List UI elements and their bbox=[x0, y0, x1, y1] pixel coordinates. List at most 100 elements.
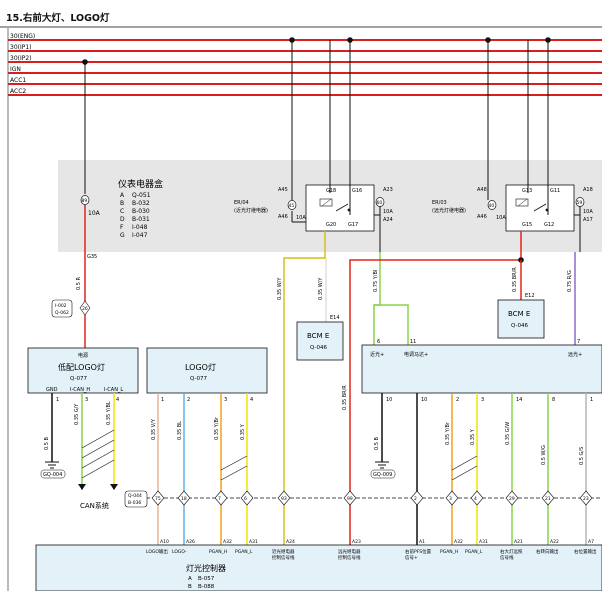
rail-label: ACC1 bbox=[10, 77, 26, 84]
rail-label: ACC2 bbox=[10, 88, 26, 95]
relay-pin: G16 bbox=[352, 188, 362, 194]
wire-label: 0.5 B bbox=[374, 436, 380, 450]
pin-label: A18 bbox=[583, 187, 593, 193]
bcm-name: BCM E bbox=[508, 310, 530, 318]
module-connector-code: B-057 bbox=[198, 576, 215, 582]
wire-label: 0.35 W/Y bbox=[277, 277, 283, 300]
relay-pin: G15 bbox=[522, 222, 532, 228]
wire-label: 0.5 G/S bbox=[579, 447, 585, 465]
module-title: LOGO灯 bbox=[185, 362, 216, 372]
headlamp-module: 近光+ 电调马达+ 远光+ 6 11 7 10 10 2 3 14 8 1 bbox=[361, 339, 602, 403]
pin-label: A23 bbox=[383, 187, 393, 193]
pin-num: 7 bbox=[577, 339, 580, 345]
connector-code: Q-044 bbox=[128, 493, 142, 499]
inline-pin-number: 7 bbox=[218, 496, 221, 502]
wire-label: 0.35 Y/Br bbox=[445, 421, 451, 445]
pin-num: 10 bbox=[386, 397, 392, 403]
wiring-diagram: 30(ENG) 30(IP1) 30(IP2) IGN ACC1 ACC2 仪表… bbox=[0, 26, 602, 591]
inline-pin-number: 3 bbox=[449, 496, 452, 502]
ground-symbol-2: GQ-009 bbox=[370, 461, 396, 479]
wire-label: 0.35 BR/R bbox=[342, 385, 348, 410]
module-title: 灯光控制器 bbox=[186, 563, 226, 573]
module-pin-label: 右前PFS位置 bbox=[405, 548, 432, 555]
pin-num: 14 bbox=[516, 397, 522, 403]
rail-acc2: ACC2 bbox=[8, 88, 602, 96]
wire-label: 0.35 BL bbox=[177, 421, 183, 440]
fuse-connector-code: I-048 bbox=[132, 224, 148, 231]
module-pin-number: A1 bbox=[419, 539, 425, 545]
inline-pin-number: 75 bbox=[155, 496, 161, 502]
relay-code: ER/04 bbox=[234, 200, 249, 206]
bcm-pin: E12 bbox=[525, 293, 535, 299]
wire-label: 0.35 G/W bbox=[505, 422, 511, 445]
relay-name: (远光灯继电器) bbox=[432, 207, 466, 214]
fuse-connector-letter: F bbox=[120, 224, 124, 231]
inline-connector-a: I-002 Q-062 26 bbox=[51, 299, 91, 318]
module-pin-label: LOGO输出 bbox=[146, 548, 168, 555]
pin-label: G35 bbox=[87, 254, 97, 260]
fuse-rating: 10A bbox=[296, 215, 306, 221]
fuse-id: 59 bbox=[577, 200, 583, 206]
module-pin-label: 右位置输出 bbox=[574, 548, 597, 555]
pin-name: I-CAN_L bbox=[104, 387, 123, 393]
ground-code: GQ-009 bbox=[373, 472, 392, 478]
pin-num: 8 bbox=[552, 397, 555, 403]
rail-label: 30(IP2) bbox=[10, 55, 32, 62]
pin-num: 4 bbox=[116, 397, 119, 403]
rail-ign: IGN bbox=[8, 66, 602, 74]
fuse-id: 40 bbox=[489, 203, 495, 209]
pin-num: 3 bbox=[85, 397, 88, 403]
wire-label: 0.75 R/G bbox=[567, 270, 573, 292]
pin-label: A46 bbox=[477, 214, 487, 220]
module-pin-label: 控制信号线 bbox=[338, 554, 361, 561]
module-pin-label: PGAN_L bbox=[235, 549, 253, 555]
relay-box bbox=[305, 184, 375, 232]
wire-label: 0.75 Y/BI bbox=[373, 270, 379, 292]
bcm-code: Q-046 bbox=[310, 345, 327, 351]
inline-pin-number: 4 bbox=[474, 496, 477, 502]
pin-num: 6 bbox=[377, 339, 380, 345]
pin-name: 电调马达+ bbox=[404, 351, 428, 358]
ground-symbol-1: GQ-004 bbox=[40, 461, 66, 479]
fuse-rating: 10A bbox=[583, 209, 593, 215]
wire-label: 0.35 G/Y bbox=[74, 403, 80, 425]
inline-pin-number: 21 bbox=[545, 496, 551, 502]
pin-name: GND bbox=[46, 387, 58, 393]
inline-pin-number: 23 bbox=[583, 496, 589, 502]
module-pin-label: 近光继电器 bbox=[272, 548, 295, 555]
fuse-rating: 10A bbox=[383, 209, 393, 215]
fuse-connector-letter: D bbox=[120, 216, 125, 223]
fuse-connector-code: B-030 bbox=[132, 208, 150, 215]
module-pin-number: A31 bbox=[249, 539, 258, 545]
inline-pin-number: 2 bbox=[414, 496, 417, 502]
fuse-rating: 10A bbox=[88, 210, 101, 217]
bcm-pin: E14 bbox=[330, 315, 340, 321]
logo-lamp: LOGO灯 Q-077 1 2 3 4 bbox=[146, 347, 268, 403]
inline-pin-diamond bbox=[470, 490, 484, 506]
module-pin-label: PGAN_H bbox=[209, 549, 227, 555]
connector-code: Q-062 bbox=[55, 310, 69, 316]
wire-label: 0.35 Y bbox=[470, 428, 476, 445]
logo-lamp-low: 电源 低配LOGO灯 Q-077 GND I-CAN_H I-CAN_L bbox=[27, 347, 139, 394]
fuse-connector-letter: B bbox=[120, 200, 124, 207]
pin-label: A17 bbox=[583, 217, 593, 223]
module-pin-label: 右大灯远照 bbox=[500, 548, 523, 555]
pin-num: 11 bbox=[410, 339, 416, 345]
module-pin-number: A21 bbox=[514, 539, 523, 545]
module-pin-number: A23 bbox=[352, 539, 361, 545]
module-pin-number: A31 bbox=[479, 539, 488, 545]
module-pin-number: A22 bbox=[550, 539, 559, 545]
module-pin-label: 信号+ bbox=[405, 554, 418, 561]
module-pin-label: 信号线 bbox=[500, 554, 514, 561]
module-pin-number: A32 bbox=[454, 539, 463, 545]
bcm-code: Q-046 bbox=[511, 323, 528, 329]
pin-num: 1 bbox=[161, 397, 164, 403]
pin-num: 3 bbox=[481, 397, 484, 403]
inline-pin-number: 6 bbox=[244, 496, 247, 502]
pin-label: A24 bbox=[383, 217, 393, 223]
relay-pin: G11 bbox=[550, 188, 560, 194]
fuse-rating: 10A bbox=[496, 215, 506, 221]
fuse-connector-code: Q-051 bbox=[132, 192, 151, 199]
wire-label: 0.5 R bbox=[76, 276, 82, 290]
module-pin-number: A26 bbox=[186, 539, 195, 545]
